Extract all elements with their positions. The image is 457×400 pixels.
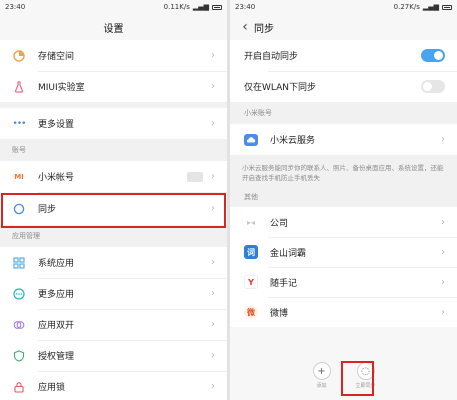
settings-item-label: MIUI实验室 <box>38 83 85 93</box>
settings-item-app-lock[interactable]: 应用锁 › <box>0 371 227 400</box>
cloud-description: 小米云服务能同步你的联系人、照片、备份桌面应用、系统设置，还能开启查找手机防止手… <box>230 155 457 187</box>
wlan-only-toggle[interactable] <box>421 80 445 93</box>
chevron-right-icon: › <box>441 134 445 145</box>
mi-logo-icon: MI <box>14 172 24 181</box>
add-account-button[interactable]: + 添加 <box>309 362 335 389</box>
flask-icon <box>12 80 26 94</box>
dots-icon: ••• <box>12 118 27 129</box>
status-bar: 23:40 0.27K/s ▂▄▆ <box>230 0 457 14</box>
account-row-company[interactable]: ▸◂ 公司 › <box>230 207 457 237</box>
chevron-right-icon: › <box>441 246 445 258</box>
settings-item-label: 系统应用 <box>38 259 75 269</box>
chevron-right-icon: › <box>441 276 445 288</box>
status-bar: 23:40 0.11K/s ▂▄▆ <box>0 0 227 14</box>
chevron-right-icon: › <box>211 118 215 129</box>
chevron-right-icon: › <box>211 81 215 92</box>
settings-item-storage[interactable]: 存储空间 › <box>0 40 227 71</box>
net-speed: 0.11K/s <box>163 3 190 11</box>
settings-item-label: 更多设置 <box>38 120 75 130</box>
signal-icon: ▂▄▆ <box>192 3 209 11</box>
chevron-right-icon: › <box>211 350 215 361</box>
settings-item-label: 应用锁 <box>38 383 66 393</box>
settings-item-label: 存储空间 <box>38 52 75 62</box>
status-time: 23:40 <box>235 3 256 11</box>
battery-icon <box>442 4 452 10</box>
page-title-text: 设置 <box>103 23 124 35</box>
net-speed: 0.27K/s <box>393 3 420 11</box>
highlight-sync-now <box>341 361 374 396</box>
back-arrow-icon[interactable]: ‹ <box>238 18 252 36</box>
settings-item-label: 更多应用 <box>38 290 75 300</box>
wlan-only-label: 仅在WLAN下同步 <box>244 83 317 93</box>
exchange-icon: ▸◂ <box>246 217 256 227</box>
account-label: 金山词霸 <box>270 248 307 259</box>
settings-item-permissions[interactable]: 授权管理 › <box>0 340 227 371</box>
section-header-apps: 应用管理 <box>0 225 227 247</box>
dual-icon <box>12 318 26 332</box>
shield-icon <box>12 349 26 363</box>
settings-item-label: 小米帐号 <box>38 173 75 183</box>
auto-sync-label: 开启自动同步 <box>244 52 299 62</box>
page-title-text: 同步 <box>254 23 274 35</box>
status-time: 23:40 <box>5 3 26 11</box>
highlight-sync-item <box>1 193 226 228</box>
note-icon: Y <box>244 275 258 289</box>
grid-icon <box>12 256 26 270</box>
settings-item-more-settings[interactable]: ••• 更多设置 › <box>0 108 227 139</box>
section-header-mi-account: 小米账号 <box>230 102 457 124</box>
account-label: 公司 <box>270 218 289 229</box>
plus-icon: + <box>312 362 331 380</box>
chevron-right-icon: › <box>211 50 215 61</box>
wlan-only-row[interactable]: 仅在WLAN下同步 <box>230 71 457 102</box>
more-circle-icon <box>12 287 26 301</box>
weibo-icon: 微 <box>244 305 258 319</box>
page-title: ‹ 同步 <box>230 14 457 40</box>
account-row-weibo[interactable]: 微 微博 › <box>230 297 457 327</box>
settings-item-more-apps[interactable]: 更多应用 › <box>0 278 227 309</box>
chevron-right-icon: › <box>441 306 445 318</box>
account-avatar <box>187 171 203 182</box>
settings-item-mi-account[interactable]: MI 小米帐号 › <box>0 161 227 192</box>
chevron-right-icon: › <box>211 319 215 330</box>
chevron-right-icon: › <box>211 257 215 268</box>
cloud-icon <box>244 133 258 147</box>
section-header-other: 其他 <box>230 187 457 207</box>
settings-item-system-apps[interactable]: 系统应用 › <box>0 247 227 278</box>
kingsoft-icon: 词 <box>244 245 258 259</box>
chevron-right-icon: › <box>211 288 215 299</box>
auto-sync-row[interactable]: 开启自动同步 <box>230 40 457 71</box>
section-header-account: 账号 <box>0 139 227 161</box>
settings-item-miui-lab[interactable]: MIUI实验室 › <box>0 71 227 102</box>
chevron-right-icon: › <box>211 171 215 182</box>
lock-icon <box>12 380 26 394</box>
page-title: 设置 <box>0 14 227 40</box>
sync-screen: 23:40 0.27K/s ▂▄▆ ‹ 同步 开启自动同步 仅在WLAN下同步 … <box>230 0 457 400</box>
auto-sync-toggle[interactable] <box>421 49 445 62</box>
battery-icon <box>212 4 222 10</box>
settings-item-label: 应用双开 <box>38 321 75 331</box>
account-row-kingsoft[interactable]: 词 金山词霸 › <box>230 237 457 267</box>
mi-cloud-label: 小米云服务 <box>270 136 316 146</box>
settings-item-label: 授权管理 <box>38 352 75 362</box>
pie-icon <box>12 49 26 63</box>
account-label: 随手记 <box>270 278 298 289</box>
add-account-label: 添加 <box>316 383 327 389</box>
settings-item-dual-apps[interactable]: 应用双开 › <box>0 309 227 340</box>
account-row-note[interactable]: Y 随手记 › <box>230 267 457 297</box>
chevron-right-icon: › <box>211 381 215 392</box>
chevron-right-icon: › <box>441 216 445 228</box>
signal-icon: ▂▄▆ <box>422 3 439 11</box>
mi-cloud-row[interactable]: 小米云服务 › <box>230 124 457 155</box>
account-label: 微博 <box>270 308 289 319</box>
